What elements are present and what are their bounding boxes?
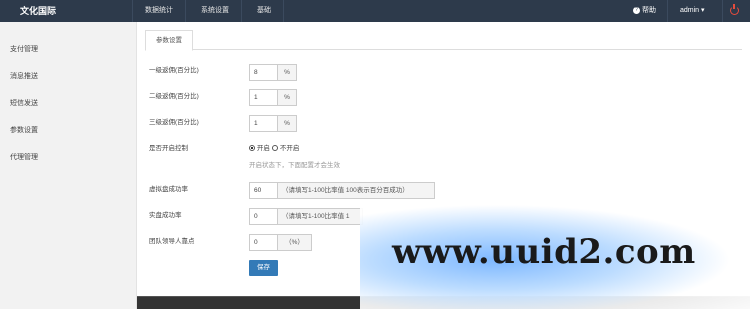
sidebar-item-params[interactable]: 参数设置 — [10, 125, 38, 135]
control-label: 是否开启控制 — [149, 145, 188, 152]
power-icon — [730, 3, 739, 15]
radio-on-label: 开启 — [256, 145, 270, 152]
help-link[interactable]: ? 帮助 — [633, 0, 656, 22]
virtual-rate-hint: （请填写1-100比率值 100表示百分百成功） — [278, 182, 435, 199]
radio-off-label: 不开启 — [279, 145, 300, 152]
team-label: 团队领导人靠点 — [149, 238, 195, 245]
radio-checked-icon — [249, 145, 255, 151]
team-unit: （%） — [278, 234, 312, 251]
level3-unit: % — [278, 115, 297, 132]
level1-unit: % — [278, 64, 297, 81]
nav-divider — [667, 0, 668, 22]
top-navbar: 文化国际 数据统计 系统设置 基础 ? 帮助 admin ▾ — [0, 0, 750, 22]
level2-label: 二级返佣(百分比) — [149, 93, 199, 100]
watermark-text: www.uuid2.com — [392, 232, 696, 272]
nav-item-basic[interactable]: 基础 — [245, 0, 284, 22]
nav-item-settings[interactable]: 系统设置 — [189, 0, 242, 22]
level1-label: 一级返佣(百分比) — [149, 67, 199, 74]
sidebar: 支付管理 消息推送 短信发送 参数设置 代理管理 — [0, 22, 137, 309]
sidebar-item-push[interactable]: 消息推送 — [10, 71, 38, 81]
level2-unit: % — [278, 89, 297, 106]
team-input[interactable]: 0 — [249, 234, 278, 251]
sidebar-item-payment[interactable]: 支付管理 — [10, 44, 38, 54]
sidebar-item-agent[interactable]: 代理管理 — [10, 152, 38, 162]
level1-input[interactable]: 8 — [249, 64, 278, 81]
radio-unchecked-icon — [272, 145, 278, 151]
radio-off[interactable]: 不开启 — [272, 142, 299, 152]
virtual-rate-input[interactable]: 60 — [249, 182, 278, 199]
level3-input[interactable]: 1 — [249, 115, 278, 132]
nav-divider — [722, 0, 723, 22]
real-rate-input[interactable]: 0 — [249, 208, 278, 225]
virtual-rate-label: 虚拟盘成功率 — [149, 186, 188, 193]
control-hint: 开启状态下，下面配置才会生效 — [249, 162, 340, 169]
nav-item-stats[interactable]: 数据统计 — [133, 0, 186, 22]
real-rate-label: 实盘成功率 — [149, 212, 182, 219]
real-rate-hint: （请填写1-100比率值 1 — [278, 208, 363, 225]
save-button[interactable]: 保存 — [249, 260, 278, 276]
logout-button[interactable] — [730, 0, 739, 22]
tab-params[interactable]: 参数设置 — [145, 30, 193, 51]
user-menu[interactable]: admin ▾ — [680, 0, 705, 22]
help-label: 帮助 — [641, 7, 656, 14]
tab-bar: 参数设置 — [145, 30, 742, 51]
level2-input[interactable]: 1 — [249, 89, 278, 106]
question-circle-icon: ? — [633, 6, 640, 14]
sidebar-item-sms[interactable]: 短信发送 — [10, 98, 38, 108]
brand-logo[interactable]: 文化国际 — [0, 0, 132, 22]
radio-on[interactable]: 开启 — [249, 142, 270, 152]
level3-label: 三级返佣(百分比) — [149, 119, 199, 126]
